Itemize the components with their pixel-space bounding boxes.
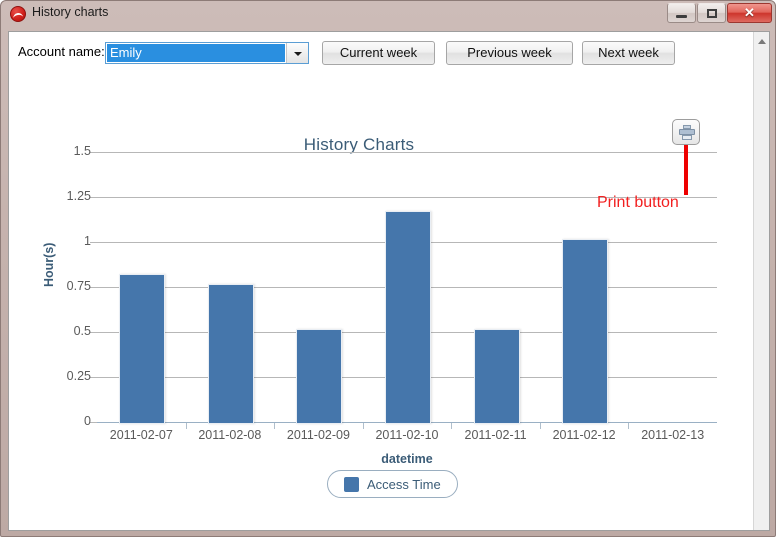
window-controls: ✕ [666, 3, 772, 24]
annotation-print-button-label: Print button [597, 194, 679, 211]
maximize-icon [707, 9, 717, 18]
minimize-icon [676, 15, 687, 18]
y-tick-mark [90, 287, 97, 288]
scroll-up-icon[interactable] [754, 32, 769, 49]
y-tick-label: 1 [84, 234, 91, 248]
account-name-label: Account name: [18, 44, 105, 59]
x-tick-label: 2011-02-13 [641, 428, 705, 442]
bar[interactable] [119, 274, 166, 424]
y-tick-mark [90, 152, 97, 153]
legend-swatch-access-time [344, 476, 359, 492]
print-button[interactable] [672, 119, 700, 145]
printer-icon [679, 125, 695, 140]
bar[interactable] [207, 284, 254, 424]
previous-week-button[interactable]: Previous week [446, 41, 573, 65]
y-tick-label: 1.25 [66, 189, 91, 203]
y-tick-label: 0.25 [66, 369, 91, 383]
close-icon: ✕ [744, 5, 755, 20]
title-bar: History charts ✕ [1, 1, 776, 27]
y-tick-label: 0.5 [73, 324, 91, 338]
y-tick-mark [90, 422, 97, 423]
annotation-pointer-line [684, 145, 688, 195]
toolbar: Account name: Emily Current week Previou… [9, 32, 755, 74]
plot-area: 0 0.25 0.5 0.75 1 1.25 1.5 2011-02-07 2011-02-08… [67, 144, 717, 442]
next-week-button[interactable]: Next week [582, 41, 675, 65]
y-tick-label: 1.5 [73, 144, 91, 158]
x-tick-label: 2011-02-12 [552, 428, 616, 442]
y-tick-mark [90, 332, 97, 333]
chart-panel: History Charts Hour(s) 0 0.25 0.5 0.75 1 1.25… [9, 74, 755, 530]
client-area: Account name: Emily Current week Previou… [8, 31, 770, 531]
x-axis-title: datetime [381, 452, 433, 466]
minimize-button[interactable] [667, 3, 696, 23]
close-button[interactable]: ✕ [727, 3, 772, 23]
app-wave-circle-icon [10, 6, 26, 22]
window-bottom-edge [1, 531, 776, 536]
x-tick-label: 2011-02-09 [286, 428, 350, 442]
application-window: History charts ✕ Account name: Emily Cur… [0, 0, 776, 537]
x-tick-label: 2011-02-08 [198, 428, 262, 442]
x-tick-label: 2011-02-11 [464, 428, 527, 442]
window-title: History charts [32, 5, 109, 19]
x-tick-label: 2011-02-07 [109, 428, 173, 442]
maximize-button[interactable] [697, 3, 726, 23]
bar[interactable] [296, 329, 343, 424]
account-name-select[interactable]: Emily [105, 42, 309, 64]
chevron-down-icon[interactable] [286, 43, 308, 63]
account-name-value: Emily [107, 44, 285, 62]
bar[interactable] [473, 329, 520, 424]
bar[interactable] [562, 239, 609, 424]
gridline [97, 152, 717, 153]
y-tick-mark [90, 242, 97, 243]
y-tick-label: 0.75 [66, 279, 91, 293]
x-tick-label: 2011-02-10 [375, 428, 439, 442]
legend-label-access-time: Access Time [367, 476, 441, 492]
y-tick-label: 0 [84, 414, 91, 428]
current-week-button[interactable]: Current week [322, 41, 435, 65]
vertical-scrollbar[interactable] [753, 32, 769, 530]
chart-legend: Access Time [327, 470, 458, 498]
y-tick-mark [90, 197, 97, 198]
bar[interactable] [385, 211, 431, 424]
y-tick-mark [90, 377, 97, 378]
